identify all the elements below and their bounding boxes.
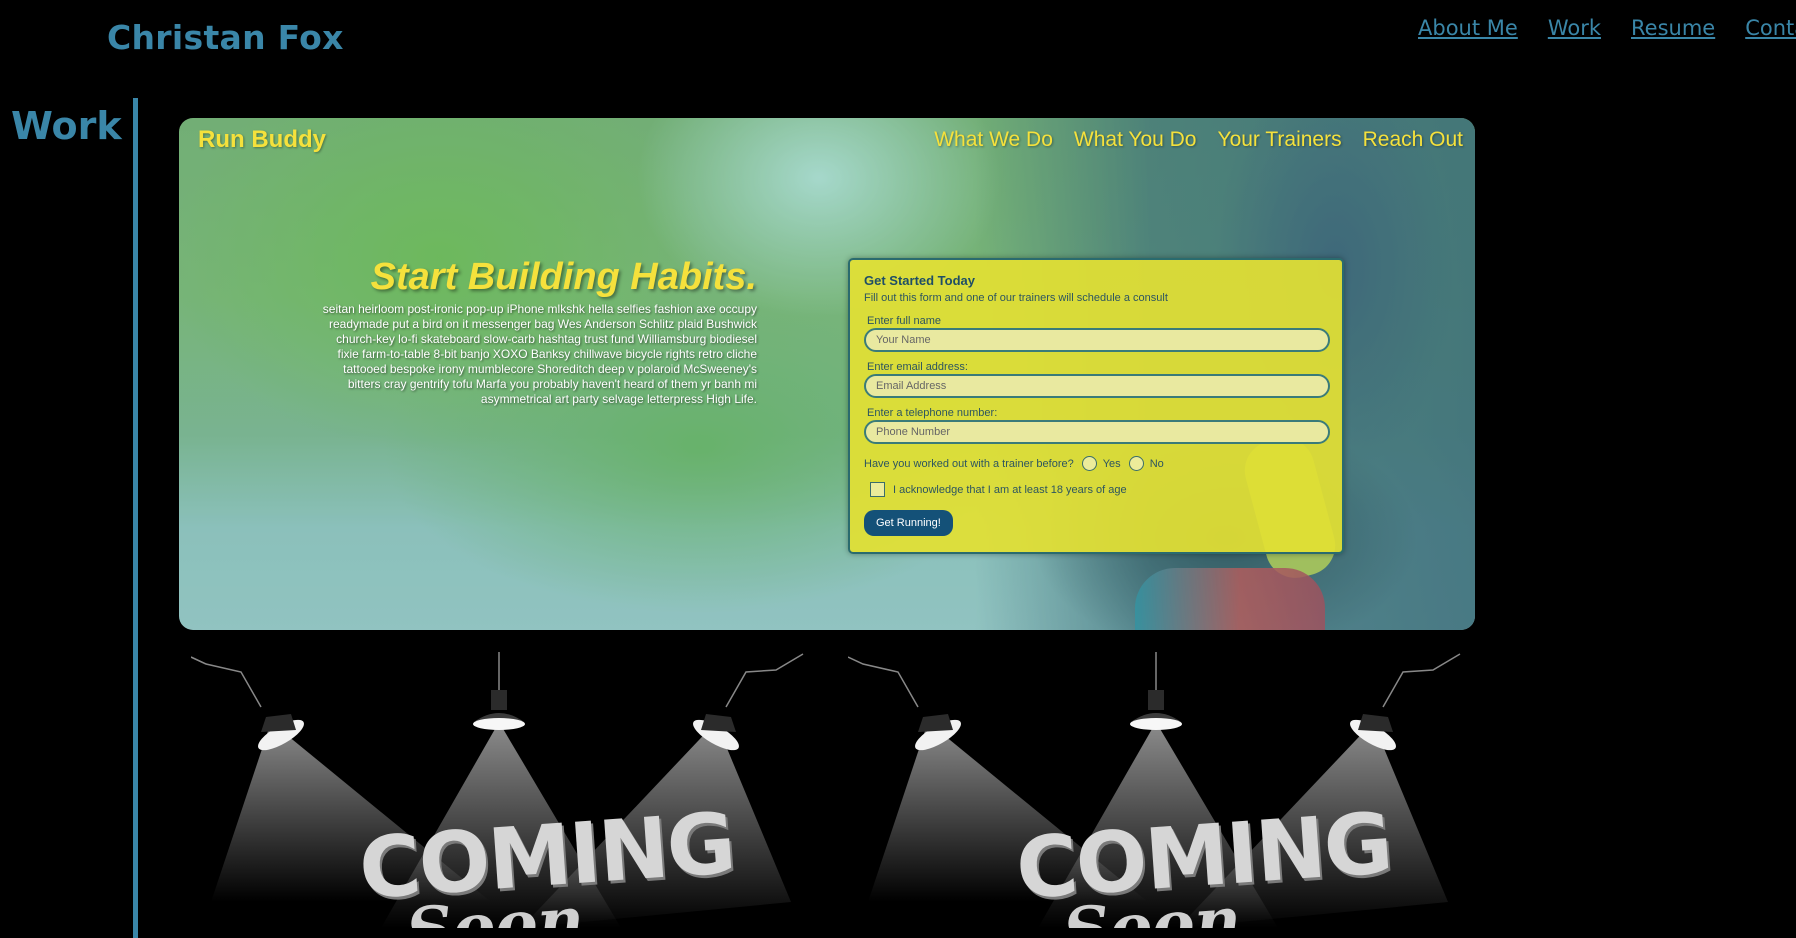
radio-no[interactable]: [1128, 456, 1144, 471]
nav-work[interactable]: Work: [1548, 16, 1601, 40]
run-buddy-nav: What We Do What You Do Your Trainers Rea…: [934, 128, 1463, 152]
coming-soon-card-1[interactable]: COMING Soon: [191, 652, 811, 928]
nav-about-me[interactable]: About Me: [1418, 16, 1518, 40]
rb-nav-what-we-do[interactable]: What We Do: [934, 128, 1053, 152]
name-input[interactable]: [864, 328, 1330, 352]
run-buddy-logo[interactable]: Run Buddy: [198, 126, 326, 154]
age-ack-label: I acknowledge that I am at least 18 year…: [893, 483, 1127, 496]
trainer-question: Have you worked out with a trainer befor…: [864, 457, 1074, 470]
age-ack-checkbox[interactable]: [870, 482, 885, 497]
form-subtitle: Fill out this form and one of our traine…: [864, 292, 1168, 304]
radio-yes-label: Yes: [1102, 457, 1121, 470]
rb-nav-reach-out[interactable]: Reach Out: [1363, 128, 1463, 152]
get-running-button[interactable]: Get Running!: [864, 510, 953, 536]
site-brand[interactable]: Christan Fox: [107, 18, 344, 57]
nav-contact[interactable]: Contac: [1745, 16, 1796, 40]
form-title: Get Started Today: [864, 273, 976, 288]
hero-title: Start Building Habits.: [370, 256, 757, 298]
rb-nav-what-you-do[interactable]: What You Do: [1074, 128, 1197, 152]
top-nav: About Me Work Resume Contac: [1418, 16, 1796, 40]
phone-label: Enter a telephone number:: [867, 407, 998, 419]
email-input[interactable]: [864, 374, 1330, 398]
rb-nav-your-trainers[interactable]: Your Trainers: [1217, 128, 1341, 152]
email-label: Enter email address:: [867, 361, 968, 373]
coming-soon-card-2[interactable]: COMING Soon: [848, 652, 1468, 928]
section-title: Work: [11, 104, 122, 148]
section-divider: [133, 98, 138, 938]
hero-text: seitan heirloom post-ironic pop-up iPhon…: [322, 302, 757, 406]
nav-resume[interactable]: Resume: [1631, 16, 1715, 40]
age-ack-row: I acknowledge that I am at least 18 year…: [870, 482, 1127, 497]
trainer-question-row: Have you worked out with a trainer befor…: [864, 456, 1164, 471]
signup-form: Get Started Today Fill out this form and…: [848, 258, 1344, 554]
radio-no-label: No: [1149, 457, 1164, 470]
name-label: Enter full name: [867, 315, 941, 327]
radio-yes[interactable]: [1081, 456, 1097, 471]
project-card-run-buddy[interactable]: Run Buddy What We Do What You Do Your Tr…: [179, 118, 1475, 630]
phone-input[interactable]: [864, 420, 1330, 444]
